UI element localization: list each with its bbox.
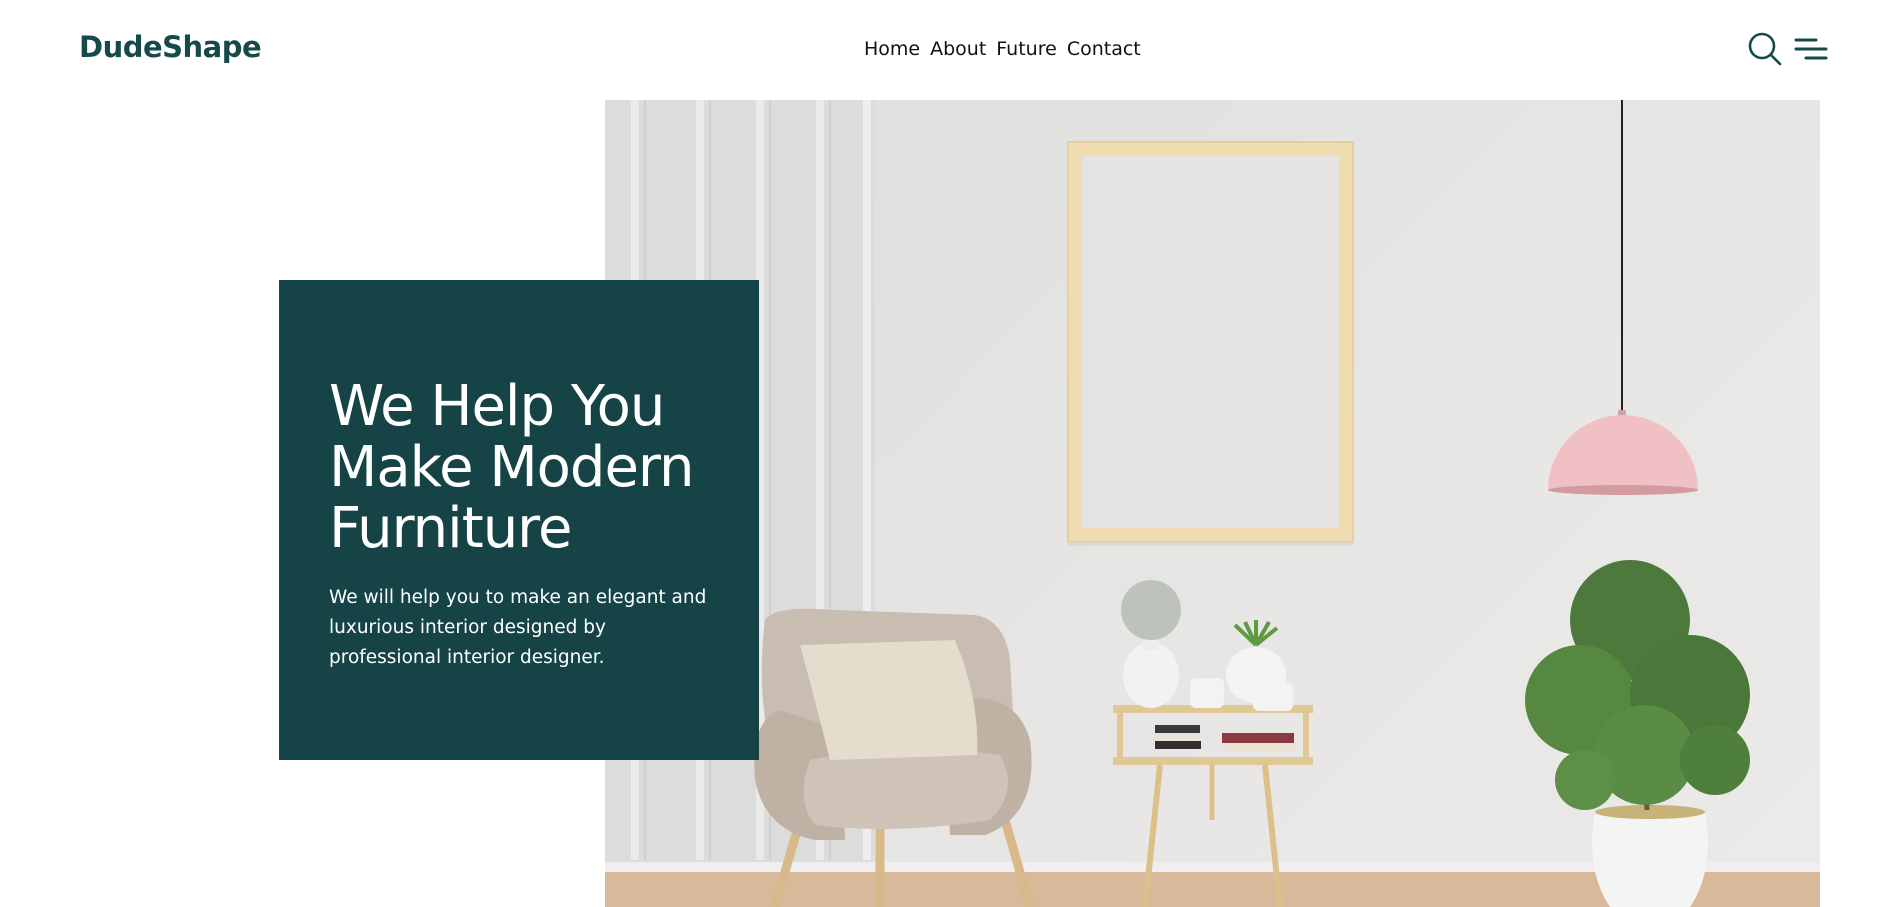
hero-interior-image — [605, 100, 1820, 907]
nav-link-future[interactable]: Future — [996, 38, 1057, 60]
main-nav: Home About Future Contact — [864, 38, 1141, 60]
header-icons — [1748, 32, 1828, 70]
potted-plant — [1525, 560, 1750, 907]
hero-description: We will help you to make an elegant and … — [329, 587, 707, 668]
site-header: DudeShape Home About Future Contact — [0, 0, 1898, 100]
picture-frame — [1067, 141, 1354, 546]
hero-title-line: Furniture — [329, 496, 572, 561]
hero-card: We Help You Make Modern Furniture We wil… — [279, 280, 759, 760]
brand-logo[interactable]: DudeShape — [79, 30, 262, 64]
nav-link-contact[interactable]: Contact — [1067, 38, 1141, 60]
nav-link-about[interactable]: About — [930, 38, 986, 60]
menu-icon[interactable] — [1794, 36, 1828, 66]
search-icon[interactable] — [1748, 32, 1782, 70]
hero-title: We Help You Make Modern Furniture — [329, 376, 719, 559]
side-table — [1113, 580, 1313, 907]
hero-title-line: We Help You — [329, 374, 665, 439]
nav-link-home[interactable]: Home — [864, 38, 920, 60]
pendant-lamp — [1548, 100, 1698, 495]
hero-title-line: Make Modern — [329, 435, 694, 500]
